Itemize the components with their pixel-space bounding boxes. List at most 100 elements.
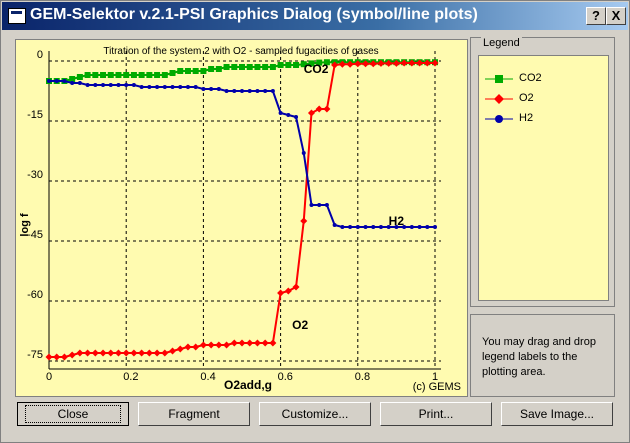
legend-box: CO2 O2 H2: [478, 55, 609, 301]
data-point-h2: [270, 89, 275, 93]
data-point-h2: [317, 203, 322, 207]
data-point-h2: [116, 83, 121, 87]
data-point-co2: [107, 72, 114, 78]
data-point-co2: [262, 64, 269, 70]
data-point-h2: [255, 89, 260, 93]
save-image-button[interactable]: Save Image...: [501, 402, 613, 426]
series-line-o2: [49, 62, 435, 358]
data-point-o2: [307, 109, 315, 117]
data-point-h2: [417, 225, 422, 229]
customize-button[interactable]: Customize...: [259, 402, 371, 426]
x-tick-label: 0.4: [200, 371, 215, 383]
data-point-co2: [269, 64, 276, 70]
data-point-co2: [92, 72, 99, 78]
close-button[interactable]: Close: [17, 402, 129, 426]
data-point-h2: [240, 89, 244, 93]
data-point-h2: [47, 79, 51, 83]
title-bar[interactable]: GEM-Selektor v.2.1-PSI Graphics Dialog (…: [2, 2, 628, 30]
data-point-h2: [348, 225, 353, 229]
data-point-h2: [101, 83, 106, 87]
data-point-co2: [115, 72, 122, 78]
data-point-h2: [124, 83, 129, 87]
data-point-co2: [123, 72, 130, 78]
data-point-o2: [60, 353, 68, 361]
data-point-h2: [232, 89, 237, 93]
data-point-co2: [208, 66, 215, 72]
legend-label-h2[interactable]: H2: [519, 112, 533, 124]
data-point-co2: [239, 64, 245, 70]
data-point-o2: [169, 347, 177, 355]
data-point-o2: [207, 341, 215, 349]
data-point-co2: [184, 68, 191, 74]
data-point-co2: [231, 64, 238, 70]
close-window-button[interactable]: X: [606, 7, 626, 25]
data-point-co2: [76, 74, 83, 80]
data-point-h2: [371, 225, 376, 229]
data-point-co2: [177, 68, 184, 74]
chart-svg: 0 0.2 0.4 0.6 0.8 10-15-30-45-60-75Titration …: [19, 46, 461, 393]
data-point-o2: [53, 353, 61, 361]
y-tick-label: -30: [27, 169, 43, 181]
data-point-o2: [261, 339, 269, 347]
data-point-h2: [433, 225, 437, 229]
data-point-h2: [77, 81, 82, 85]
data-point-co2: [138, 72, 145, 78]
data-point-co2: [154, 72, 161, 78]
x-tick-label: 0.8: [355, 371, 370, 383]
legend-item-h2[interactable]: H2: [479, 110, 608, 128]
data-point-o2: [91, 349, 99, 357]
data-point-h2: [85, 83, 90, 87]
data-point-o2: [199, 341, 207, 349]
data-point-h2: [185, 85, 190, 89]
data-point-h2: [147, 85, 152, 89]
data-point-co2: [223, 64, 230, 70]
legend-label-o2[interactable]: O2: [519, 92, 534, 104]
data-point-h2: [409, 225, 414, 229]
data-point-o2: [230, 339, 238, 347]
legend-item-co2[interactable]: CO2: [479, 70, 608, 88]
data-point-h2: [309, 203, 314, 207]
x-tick-label: 0.2: [123, 371, 138, 383]
data-point-h2: [216, 87, 221, 91]
data-point-h2: [294, 115, 299, 119]
data-point-h2: [355, 225, 360, 229]
data-point-h2: [201, 87, 206, 91]
data-point-o2: [107, 349, 115, 357]
data-point-co2: [285, 62, 292, 68]
print-button[interactable]: Print...: [380, 402, 492, 426]
data-point-o2: [246, 339, 254, 347]
data-point-h2: [54, 79, 59, 83]
help-button[interactable]: ?: [586, 7, 606, 25]
data-point-h2: [363, 225, 368, 229]
legend-title: Legend: [481, 37, 522, 49]
legend-label-co2[interactable]: CO2: [519, 72, 542, 84]
data-point-o2: [192, 343, 200, 351]
plot-area[interactable]: 0 0.2 0.4 0.6 0.8 1 0 -15 -30 -45 -60 -75 Titration …: [15, 39, 468, 397]
y-tick-label: 0: [37, 49, 43, 61]
y-tick-label: -15: [27, 109, 43, 121]
chart-title: Titration of the system 2 with O2 - samp…: [103, 46, 378, 57]
data-point-co2: [200, 68, 207, 74]
x-tick-label: 0.6: [278, 371, 293, 383]
data-point-h2: [209, 87, 214, 91]
data-point-h2: [178, 85, 183, 89]
data-point-h2: [332, 223, 337, 227]
data-point-h2: [193, 85, 198, 89]
data-point-h2: [340, 225, 345, 229]
data-point-h2: [425, 225, 430, 229]
data-point-h2: [224, 89, 229, 93]
data-point-o2: [269, 339, 277, 347]
data-point-o2: [138, 349, 146, 357]
data-point-o2: [238, 339, 246, 347]
fragment-button[interactable]: Fragment: [138, 402, 250, 426]
legend-item-o2[interactable]: O2: [479, 90, 608, 108]
data-point-o2: [215, 341, 223, 349]
data-point-o2: [76, 349, 84, 357]
data-point-o2: [84, 349, 92, 357]
data-point-h2: [247, 89, 252, 93]
data-point-o2: [130, 349, 138, 357]
data-point-h2: [139, 85, 144, 89]
data-point-co2: [254, 64, 261, 70]
data-point-co2: [130, 72, 137, 78]
data-point-h2: [70, 81, 75, 85]
